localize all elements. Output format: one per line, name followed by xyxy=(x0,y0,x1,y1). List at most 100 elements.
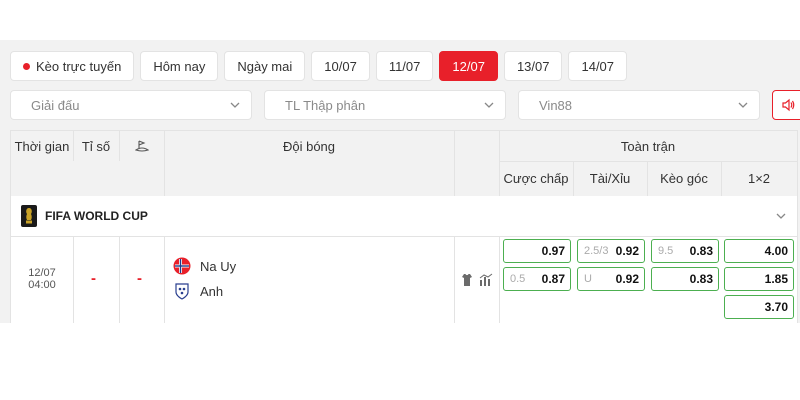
grid-line xyxy=(499,236,500,323)
grid-line xyxy=(73,236,74,323)
odds-value: 3.70 xyxy=(764,300,788,314)
header-label: 1×2 xyxy=(747,171,771,186)
tab-label: 13/07 xyxy=(516,58,550,74)
header-filler xyxy=(11,161,164,196)
tab-date-10-07[interactable]: 10/07 xyxy=(311,51,370,81)
league-select[interactable]: Giải đấu xyxy=(10,90,252,120)
odds-value: 0.92 xyxy=(615,244,639,258)
odds-handicap-home[interactable]: 0.97 xyxy=(503,239,571,263)
header-score: Tỉ số xyxy=(73,131,119,161)
header-extra xyxy=(454,131,499,196)
bookmaker-value: Vin88 xyxy=(539,97,573,113)
top-whitespace xyxy=(0,0,800,40)
odds-1x2-draw[interactable]: 3.70 xyxy=(724,295,794,319)
league-row[interactable]: FIFA WORLD CUP xyxy=(11,196,797,236)
header-label: Thời gian xyxy=(14,138,70,154)
tab-date-14-07[interactable]: 14/07 xyxy=(568,51,628,81)
odds-panel: Kèo trực tuyến Hôm nay Ngày mai 10/07 11… xyxy=(0,40,800,323)
grid-line xyxy=(499,131,500,196)
tab-today[interactable]: Hôm nay xyxy=(140,51,219,81)
odds-1x2-away[interactable]: 1.85 xyxy=(724,267,794,291)
odds-corners-over[interactable]: 9.5 0.83 xyxy=(651,239,719,263)
chevron-down-icon xyxy=(230,102,240,108)
odds-line: U xyxy=(584,273,592,285)
odds-format-value: TL Thập phân xyxy=(285,97,366,113)
header-stadium xyxy=(119,131,164,161)
chevron-down-icon xyxy=(484,102,494,108)
jersey-icon[interactable] xyxy=(461,273,473,287)
odds-value: 0.87 xyxy=(541,272,565,286)
header-corners: Kèo góc xyxy=(647,161,721,196)
tab-label: Ngày mai xyxy=(237,58,293,74)
header-1x2: 1×2 xyxy=(721,161,797,196)
grid-line xyxy=(119,236,120,323)
tab-live-odds[interactable]: Kèo trực tuyến xyxy=(10,51,135,81)
live-dot-icon xyxy=(23,62,30,70)
header-teams: Đội bóng xyxy=(164,131,454,196)
tab-label: 14/07 xyxy=(581,58,615,74)
header-over-under: Tài/Xỉu xyxy=(573,161,647,196)
odds-format-select[interactable]: TL Thập phân xyxy=(264,90,506,120)
header-label: Kèo góc xyxy=(660,171,708,186)
odds-over[interactable]: 2.5/3 0.92 xyxy=(577,239,645,263)
team-away-name: Anh xyxy=(200,283,224,299)
grid-line xyxy=(119,131,120,161)
grid-line xyxy=(11,236,797,237)
norway-crest-icon xyxy=(173,257,191,275)
chevron-down-icon[interactable] xyxy=(775,210,787,222)
tab-date-12-07[interactable]: 12/07 xyxy=(439,51,498,81)
grid-line xyxy=(454,236,455,323)
odds-value: 0.83 xyxy=(689,272,713,286)
team-home[interactable]: Na Uy xyxy=(173,256,236,276)
stadium-icon xyxy=(134,140,149,152)
grid-line xyxy=(499,161,797,162)
tab-label: Hôm nay xyxy=(153,58,206,74)
odds-handicap-away[interactable]: 0.5 0.87 xyxy=(503,267,571,291)
bookmaker-select[interactable]: Vin88 xyxy=(518,90,760,120)
speaker-icon xyxy=(782,98,795,112)
grid-line xyxy=(454,131,455,196)
league-name: FIFA WORLD CUP xyxy=(45,209,148,223)
tab-label: 12/07 xyxy=(452,58,485,74)
odds-value: 1.85 xyxy=(764,272,788,286)
odds-1x2-home[interactable]: 4.00 xyxy=(724,239,794,263)
score-away: - xyxy=(137,270,142,287)
league-select-value: Giải đấu xyxy=(31,97,80,113)
team-home-name: Na Uy xyxy=(200,258,237,274)
date-tabs: Kèo trực tuyến Hôm nay Ngày mai 10/07 11… xyxy=(10,51,628,81)
odds-value: 0.92 xyxy=(615,272,639,286)
header-label: Đội bóng xyxy=(282,139,336,154)
stats-icon[interactable] xyxy=(479,273,493,287)
header-label: Toàn trận xyxy=(620,138,676,154)
header-label: Tỉ số xyxy=(81,138,111,154)
odds-corners-under[interactable]: 0.83 xyxy=(651,267,719,291)
grid-line xyxy=(164,131,165,196)
england-crest-icon xyxy=(175,283,189,300)
header-handicap: Cược chấp xyxy=(499,161,573,196)
match-datetime: 12/07 04:00 xyxy=(11,267,73,291)
tab-label: 10/07 xyxy=(324,58,357,74)
grid-line xyxy=(647,161,648,196)
odds-line: 0.5 xyxy=(510,273,526,285)
tab-label: Kèo trực tuyến xyxy=(36,58,122,74)
header-label: Cược chấp xyxy=(503,171,569,186)
tab-date-13-07[interactable]: 13/07 xyxy=(503,51,563,81)
score-home: - xyxy=(91,270,96,287)
match-date: 12/07 xyxy=(28,267,56,279)
tab-tomorrow[interactable]: Ngày mai xyxy=(224,51,306,81)
header-time: Thời gian xyxy=(11,131,73,161)
tab-date-11-07[interactable]: 11/07 xyxy=(375,51,434,81)
odds-value: 0.97 xyxy=(541,244,565,258)
match-time: 04:00 xyxy=(28,279,56,291)
odds-under[interactable]: U 0.92 xyxy=(577,267,645,291)
grid-line xyxy=(73,131,74,161)
grid-line xyxy=(573,161,574,196)
header-label: Tài/Xỉu xyxy=(589,171,631,186)
grid-line xyxy=(721,161,722,196)
sound-button[interactable] xyxy=(772,90,800,120)
grid-line xyxy=(164,236,165,323)
odds-value: 0.83 xyxy=(689,244,713,258)
team-away[interactable]: Anh xyxy=(173,281,223,301)
chevron-down-icon xyxy=(738,102,748,108)
odds-line: 2.5/3 xyxy=(584,245,609,257)
